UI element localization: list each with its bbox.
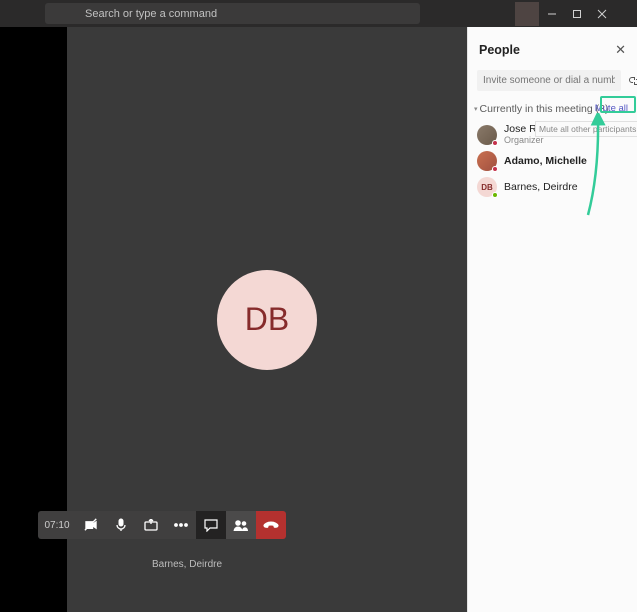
participant-name: Barnes, Deirdre xyxy=(504,182,578,194)
mute-all-button[interactable]: Mute all xyxy=(590,99,633,118)
participant-row[interactable]: Jose Rosario Organizer Mute all other pa… xyxy=(468,121,637,148)
hangup-button[interactable] xyxy=(256,511,286,539)
close-panel-button[interactable]: ✕ xyxy=(615,42,626,58)
participant-name: Adamo, Michelle xyxy=(504,156,587,168)
participant-role: Organizer xyxy=(504,136,565,146)
presence-busy-icon xyxy=(492,140,498,146)
more-actions-button[interactable] xyxy=(166,511,196,539)
copy-link-icon[interactable] xyxy=(627,70,637,91)
panel-title: People xyxy=(479,43,520,57)
invite-input[interactable] xyxy=(477,70,621,91)
stage-participant-name: Barnes, Deirdre xyxy=(152,559,222,570)
share-button[interactable] xyxy=(136,511,166,539)
maximize-button[interactable] xyxy=(564,0,589,27)
avatar xyxy=(477,151,497,171)
presence-busy-icon xyxy=(492,166,498,172)
people-panel: People ✕ ▾ Currently in this meeting (3)… xyxy=(467,27,637,612)
profile-square[interactable] xyxy=(515,2,539,26)
mic-button[interactable] xyxy=(106,511,136,539)
participant-row[interactable]: DB Barnes, Deirdre xyxy=(468,174,637,200)
close-window-button[interactable] xyxy=(589,0,614,27)
minimize-button[interactable] xyxy=(539,0,564,27)
command-search[interactable]: Search or type a command xyxy=(45,3,420,24)
participant-row[interactable]: Adamo, Michelle xyxy=(468,148,637,174)
people-button[interactable] xyxy=(226,511,256,539)
section-currently-in-meeting[interactable]: ▾ Currently in this meeting (3) Mute all xyxy=(468,97,637,121)
mute-all-tooltip: Mute all other participants xyxy=(535,121,637,137)
camera-button[interactable] xyxy=(76,511,106,539)
collapse-triangle-icon: ▾ xyxy=(474,105,478,113)
avatar xyxy=(477,125,497,145)
presence-available-icon xyxy=(492,192,498,198)
meeting-toolbar: 07:10 xyxy=(38,511,286,539)
title-bar: Search or type a command xyxy=(0,0,637,27)
avatar: DB xyxy=(477,177,497,197)
stage-avatar: DB xyxy=(217,270,317,370)
chat-button[interactable] xyxy=(196,511,226,539)
meeting-timer: 07:10 xyxy=(38,511,76,539)
